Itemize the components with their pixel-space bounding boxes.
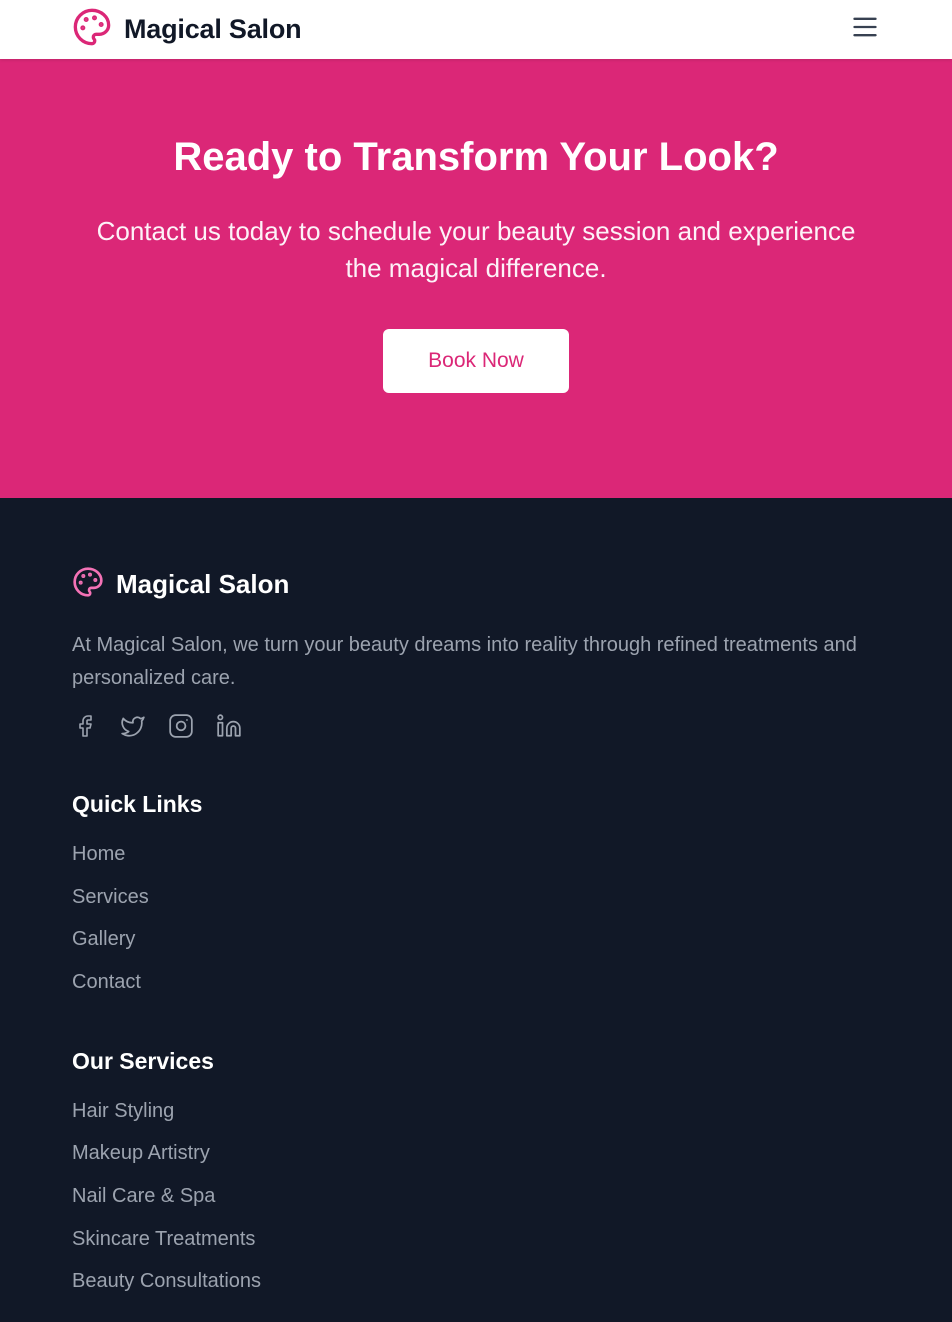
services-list: Hair Styling Makeup Artistry Nail Care &… [72,1099,880,1293]
palette-icon [72,7,112,52]
services-heading: Our Services [72,1047,214,1074]
linkedin-link[interactable] [216,713,242,744]
twitter-icon [120,713,146,744]
instagram-icon [168,713,194,744]
services-section: Our Services Hair Styling Makeup Artistr… [72,1048,880,1293]
quick-links-heading: Quick Links [72,791,203,817]
footer-brand-name: Magical Salon [116,569,290,599]
quick-link-gallery[interactable]: Gallery [72,927,880,951]
cta-section: Ready to Transform Your Look? Contact us… [0,59,952,498]
linkedin-icon [216,713,242,744]
footer-brand[interactable]: Magical Salon [72,566,880,603]
cta-title: Ready to Transform Your Look? [173,135,779,179]
facebook-link[interactable] [72,714,98,743]
service-link-nail-care[interactable]: Nail Care & Spa [72,1184,880,1208]
quick-links-section: Quick Links Home Services Gallery Contac… [72,791,880,994]
quick-link-contact[interactable]: Contact [72,970,880,994]
footer-description: At Magical Salon, we turn your beauty dr… [72,634,857,689]
service-link-hair-styling[interactable]: Hair Styling [72,1099,880,1123]
cta-subtitle: Contact us today to schedule your beauty… [96,216,856,283]
quick-link-home[interactable]: Home [72,842,880,866]
facebook-icon [73,714,97,743]
social-links [72,713,880,744]
quick-links-list: Home Services Gallery Contact [72,842,880,994]
navbar: Magical Salon [0,0,952,59]
hamburger-menu-icon [851,13,879,46]
quick-link-services[interactable]: Services [72,885,880,909]
service-link-skincare[interactable]: Skincare Treatments [72,1227,880,1251]
book-now-button[interactable]: Book Now [383,329,569,393]
menu-button[interactable] [850,15,880,45]
service-link-makeup-artistry[interactable]: Makeup Artistry [72,1141,880,1165]
instagram-link[interactable] [168,713,194,744]
brand-name: Magical Salon [124,14,302,44]
twitter-link[interactable] [120,715,146,741]
brand-link[interactable]: Magical Salon [72,7,302,52]
service-link-consultations[interactable]: Beauty Consultations [72,1269,880,1293]
footer: Magical Salon At Magical Salon, we turn … [0,498,952,1293]
palette-icon [72,566,104,603]
